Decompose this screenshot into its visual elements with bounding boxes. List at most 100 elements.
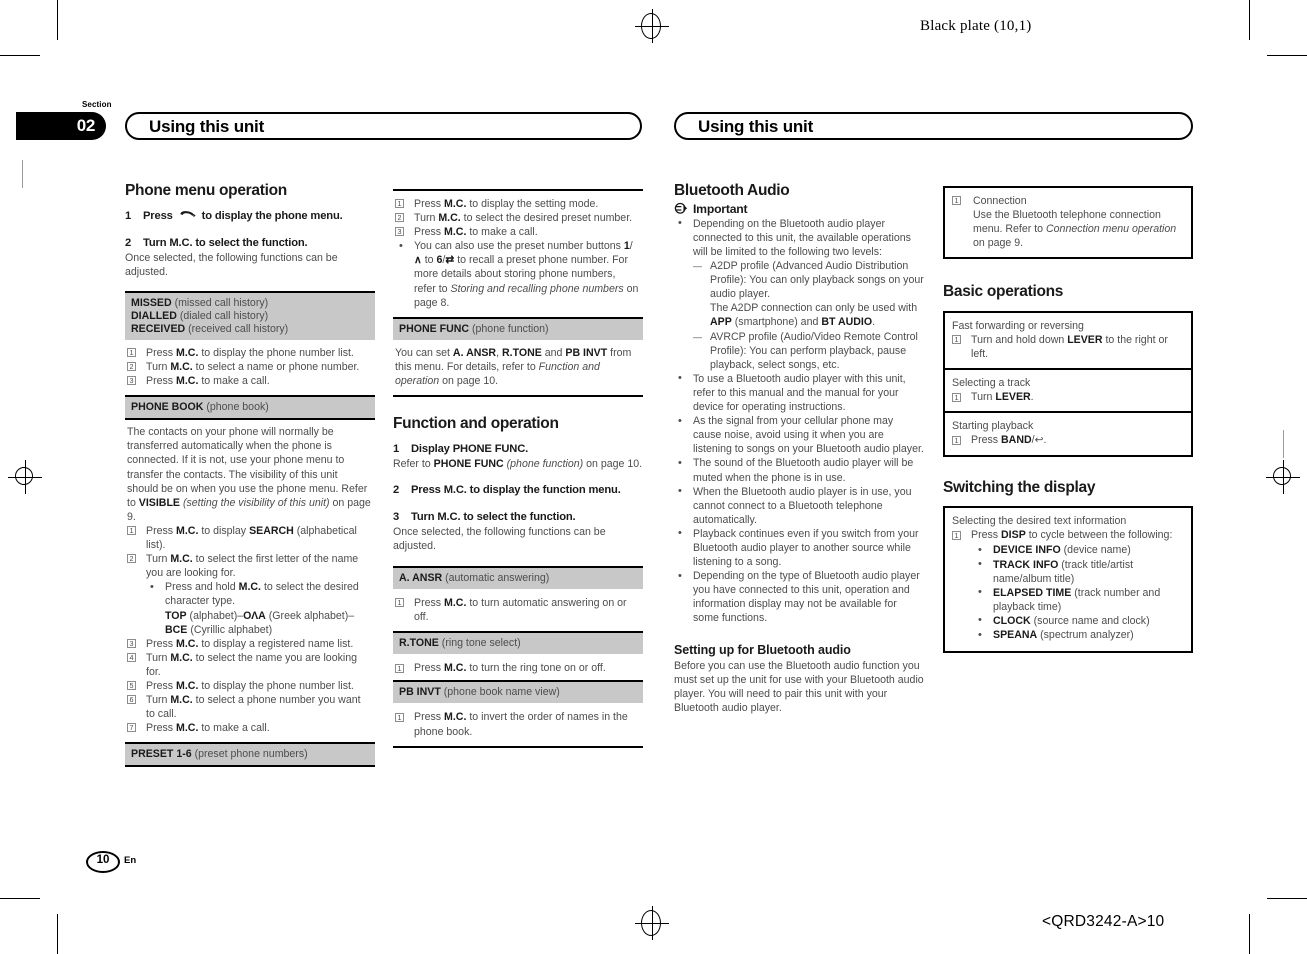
list-item: Press and hold M.C. to select the desire…	[146, 580, 371, 636]
list-item: 1 Press M.C. to turn automatic answering …	[395, 596, 639, 624]
registration-mark-top-center	[635, 9, 669, 43]
list-item: 1 Press M.C. to turn the ring tone on or …	[395, 661, 639, 675]
profile-dash-list: A2DP profile (Advanced Audio Distributio…	[674, 259, 924, 301]
table-preset-continued: 1 Press M.C. to display the setting mode.…	[393, 189, 643, 317]
important-icon	[674, 203, 688, 215]
cell-r-tone-steps: 1 Press M.C. to turn the ring tone on or …	[393, 654, 643, 680]
bluetooth-important-bullets: Depending on the Bluetooth audio player …	[674, 216, 924, 259]
phone-book-paragraph: The contacts on your phone will normally…	[127, 426, 371, 523]
list-item: 1 Connection Use the Bluetooth telephone…	[952, 194, 1184, 250]
step-3-turn-mc: 3 Turn M.C. to select the function. Once…	[393, 510, 643, 553]
table-call-history: MISSED (missed call history) DIALLED (di…	[125, 291, 375, 395]
connection-box: 1 Connection Use the Bluetooth telephone…	[943, 186, 1193, 260]
list-item: ELAPSED TIME (track number and playback …	[974, 585, 1184, 614]
important-label: Important	[693, 201, 748, 216]
subheading-setting-up-bluetooth-audio: Setting up for Bluetooth audio	[674, 642, 851, 657]
band-return-icon: ↩	[1034, 434, 1044, 447]
table-a-ansr: A. ANSR (automatic answering) 1 Press M.C…	[393, 566, 643, 631]
list-item: Depending on the Bluetooth audio player …	[674, 216, 924, 259]
heading-bluetooth-audio: Bluetooth Audio	[674, 182, 790, 199]
fo-step-3-after: Once selected, the following functions c…	[393, 525, 606, 553]
cell-call-history-steps: 1 Press M.C. to display the phone number …	[125, 340, 375, 395]
cell-preset-steps: 1 Press M.C. to display the setting mode.…	[393, 191, 643, 317]
chapter-title-right: Using this unit	[674, 112, 1193, 140]
crop-mark-bottom-right-v	[1249, 914, 1250, 954]
list-item: TRACK INFO (track title/artist name/albu…	[974, 557, 1184, 586]
heading-function-and-operation: Function and operation	[393, 415, 559, 433]
band-phone-book-desc: (phone book)	[206, 401, 269, 414]
cell-phone-book-body: The contacts on your phone will normally…	[125, 418, 375, 742]
list-item: 1 Turn and hold down LEVER to the right o…	[952, 333, 1184, 361]
black-plate-marker: Black plate (10,1)	[920, 18, 1032, 34]
band-phone-func-code: PHONE FUNC	[399, 322, 470, 335]
basic-row-caption: Starting playback	[952, 420, 1034, 433]
gutter-tick-right	[1283, 430, 1284, 458]
step-1-display-phone-func: 1 Display PHONE FUNC. Refer to PHONE FUN…	[393, 442, 643, 471]
step-1-number: 1	[125, 209, 132, 222]
step-2-text: Turn M.C. to select the function.	[143, 236, 308, 249]
basic-operations-table: Fast forwarding or reversing 1 Turn and h…	[943, 311, 1193, 457]
band-phone-book: PHONE BOOK (phone book)	[125, 397, 375, 419]
switch-caption: Selecting the desired text information	[952, 515, 1127, 528]
list-item: 1 Press M.C. to invert the order of names…	[395, 710, 639, 738]
bluetooth-important-bullets-rest: To use a Bluetooth audio player with thi…	[674, 371, 924, 626]
registration-mark-right	[1266, 460, 1300, 494]
section-label: Section	[82, 100, 112, 109]
band-phone-book-code: PHONE BOOK	[131, 401, 204, 414]
band-phone-func: PHONE FUNC (phone function)	[393, 318, 643, 340]
list-item: 7 Press M.C. to make a call.	[127, 721, 371, 735]
column-4: 1 Connection Use the Bluetooth telephone…	[943, 182, 1193, 654]
list-item: 1 Press M.C. to display SEARCH (alphabeti…	[127, 524, 371, 552]
plate-code-marker: <QRD3242-A>10	[1042, 913, 1165, 930]
a2dp-note: The A2DP connection can only be used wit…	[710, 302, 918, 329]
registration-mark-bottom-center	[635, 906, 669, 940]
registration-mark-left	[8, 460, 42, 494]
list-item: SPEANA (spectrum analyzer)	[974, 628, 1184, 642]
list-item: You can also use the preset number butto…	[395, 239, 639, 309]
chapter-title-left-text: Using this unit	[149, 117, 265, 136]
table-r-tone: R.TONE (ring tone select) 1 Press M.C. to…	[393, 631, 643, 680]
list-item: A2DP profile (Advanced Audio Distributio…	[693, 259, 924, 301]
band-preset-desc: (preset phone numbers)	[194, 748, 308, 761]
table-row: Selecting a track 1 Turn LEVER.	[945, 368, 1191, 411]
phone-handset-icon	[180, 210, 196, 218]
list-item: 4 Turn M.C. to select the name you are lo…	[127, 651, 371, 679]
crop-mark-top-left-v	[57, 0, 58, 40]
fo-step-1-number: 1	[393, 442, 400, 455]
page-number: 10	[86, 851, 120, 873]
connection-step-number: 1	[952, 196, 961, 206]
section-tab: 02	[16, 112, 106, 140]
band-a-ansr-code: A. ANSR	[399, 572, 443, 585]
list-item: 1 Press DISP to cycle between the followi…	[952, 528, 1184, 542]
table-row: Fast forwarding or reversing 1 Turn and h…	[945, 313, 1191, 368]
basic-row-caption: Selecting a track	[952, 377, 1031, 390]
rule-below-phone-func	[393, 395, 643, 398]
crop-mark-bottom-left-h	[0, 898, 40, 899]
connection-box-row: 1 Connection Use the Bluetooth telephone…	[945, 188, 1191, 257]
important-notice-header: Important	[674, 202, 924, 216]
fo-step-1-after: Refer to PHONE FUNC (phone function) on …	[393, 457, 643, 470]
list-item: 2 Turn M.C. to select the first letter of…	[127, 552, 371, 580]
band-preset-code: PRESET 1-6	[131, 748, 192, 761]
table-pb-invt: PB INVT (phone book name view) 1 Press M.…	[393, 680, 643, 748]
section-number: 02	[76, 116, 96, 135]
list-item: 6 Turn M.C. to select a phone number you …	[127, 693, 371, 721]
table-phone-book: PHONE BOOK (phone book) The contacts on …	[125, 395, 375, 742]
step-2-number: 2	[125, 236, 132, 249]
cell-pb-invt-steps: 1 Press M.C. to invert the order of names…	[393, 703, 643, 745]
step-1-press-phone: 1 Press to display the phone menu.	[125, 209, 375, 224]
list-item: AVRCP profile (Audio/Video Remote Contro…	[693, 330, 924, 372]
step-2-after: Once selected, the following functions c…	[125, 251, 338, 278]
band-pb-invt-desc: (phone book name view)	[443, 686, 560, 699]
list-item: 2 Turn M.C. to select a name or phone num…	[127, 360, 371, 374]
table-row: Selecting the desired text information 1…	[945, 508, 1191, 651]
switch-items: DEVICE INFO (device name) TRACK INFO (tr…	[952, 543, 1184, 642]
crop-mark-bottom-left-v	[57, 914, 58, 954]
list-item: 3 Press M.C. to make a call.	[127, 374, 371, 388]
gutter-tick-left	[22, 160, 23, 188]
list-item: The sound of the Bluetooth audio player …	[674, 456, 924, 484]
setting-up-paragraph: Before you can use the Bluetooth audio f…	[674, 660, 924, 715]
list-item: Depending on the type of Bluetooth audio…	[674, 569, 924, 625]
list-item: When the Bluetooth audio player is in us…	[674, 484, 924, 527]
fo-step-3-text: Turn M.C. to select the function.	[411, 510, 576, 523]
